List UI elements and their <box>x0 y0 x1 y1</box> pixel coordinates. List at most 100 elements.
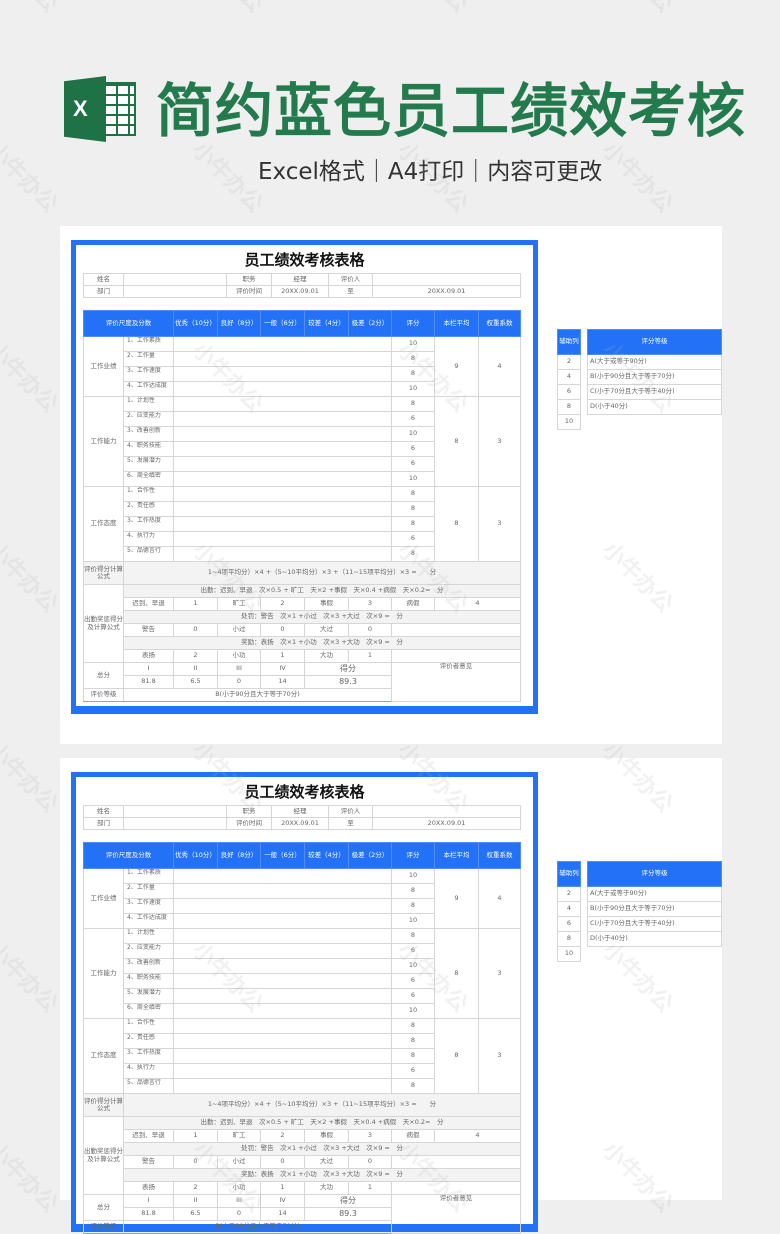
score-value[interactable]: 10 <box>391 471 435 487</box>
rating-cells[interactable] <box>173 1033 392 1049</box>
rating-cells[interactable] <box>173 396 392 412</box>
rating-cells[interactable] <box>173 366 392 382</box>
score-value[interactable]: 8 <box>391 486 435 502</box>
score-value[interactable]: 8 <box>391 1018 435 1034</box>
score-value[interactable]: 8 <box>391 883 435 899</box>
rating-cells[interactable] <box>173 1048 392 1064</box>
score-value[interactable]: 8 <box>391 516 435 532</box>
score-row: 工作业绩 1、工作素质 10 9 4 <box>83 868 521 929</box>
rating-cells[interactable] <box>173 1003 392 1019</box>
rating-cells[interactable] <box>173 973 392 989</box>
rating-cells[interactable] <box>173 958 392 974</box>
rating-cells[interactable] <box>173 868 392 884</box>
rating-cells[interactable] <box>173 1063 392 1079</box>
score-value[interactable]: 6 <box>391 441 435 457</box>
rating-cells[interactable] <box>173 988 392 1004</box>
rating-cells[interactable] <box>173 913 392 929</box>
name-value[interactable] <box>123 273 227 286</box>
score-value[interactable]: 10 <box>391 958 435 974</box>
score-value[interactable]: 6 <box>391 456 435 472</box>
attendance-count[interactable]: 3 <box>348 597 392 611</box>
rating-cells[interactable] <box>173 943 392 959</box>
score-value[interactable]: 6 <box>391 973 435 989</box>
position-value[interactable]: 经理 <box>271 273 329 286</box>
penalty-count[interactable]: 0 <box>348 623 392 637</box>
reward-count[interactable]: 1 <box>260 649 305 663</box>
score-value[interactable]: 6 <box>391 943 435 959</box>
rating-cells[interactable] <box>173 471 392 487</box>
attendance-values-row: 迟到、早退 1 旷工 2 事假 3 病假 4 <box>84 597 521 611</box>
score-value[interactable]: 8 <box>391 396 435 412</box>
aux-value: 2 <box>557 886 581 902</box>
dept-value[interactable] <box>123 285 227 298</box>
evaluator-comment[interactable]: 评价者意见 <box>391 1194 521 1234</box>
reward-count[interactable]: 2 <box>173 1181 218 1195</box>
rating-cells[interactable] <box>173 381 392 397</box>
rating-cells[interactable] <box>173 411 392 427</box>
rating-cells[interactable] <box>173 441 392 457</box>
score-value[interactable]: 8 <box>391 1033 435 1049</box>
attendance-type: 事假 <box>304 1129 349 1143</box>
period-end[interactable]: 20XX.09.01 <box>372 817 521 830</box>
score-value[interactable]: 10 <box>391 868 435 884</box>
rating-cells[interactable] <box>173 883 392 899</box>
attendance-count[interactable]: 2 <box>260 1129 305 1143</box>
score-value[interactable]: 8 <box>391 366 435 382</box>
penalty-count[interactable]: 0 <box>173 1155 218 1169</box>
evaluator-value[interactable] <box>372 805 521 818</box>
rating-cells[interactable] <box>173 351 392 367</box>
rating-cells[interactable] <box>173 426 392 442</box>
rating-cells[interactable] <box>173 336 392 352</box>
penalty-count[interactable]: 0 <box>173 623 218 637</box>
attendance-count[interactable]: 4 <box>434 1129 521 1143</box>
rating-cells[interactable] <box>173 1078 392 1094</box>
score-value[interactable]: 8 <box>391 1048 435 1064</box>
score-value[interactable]: 8 <box>391 501 435 517</box>
rating-cells[interactable] <box>173 456 392 472</box>
score-value[interactable]: 10 <box>391 1003 435 1019</box>
rating-cells[interactable] <box>173 898 392 914</box>
penalty-count[interactable]: 0 <box>348 1155 392 1169</box>
period-start[interactable]: 20XX.09.01 <box>271 817 329 830</box>
penalty-count[interactable]: 0 <box>260 623 305 637</box>
rating-cells[interactable] <box>173 531 392 547</box>
score-value[interactable]: 8 <box>391 546 435 562</box>
rating-cells[interactable] <box>173 546 392 562</box>
score-value[interactable]: 8 <box>391 1078 435 1094</box>
reward-count[interactable]: 1 <box>348 1181 392 1195</box>
grade-level-row: D(小于40分) <box>587 399 722 415</box>
period-start[interactable]: 20XX.09.01 <box>271 285 329 298</box>
attendance-count[interactable]: 1 <box>173 1129 218 1143</box>
attendance-count[interactable]: 4 <box>434 597 521 611</box>
evaluator-comment[interactable]: 评价者意见 <box>391 662 521 702</box>
rating-cells[interactable] <box>173 486 392 502</box>
score-value[interactable]: 6 <box>391 411 435 427</box>
score-value[interactable]: 6 <box>391 531 435 547</box>
score-value[interactable]: 8 <box>391 351 435 367</box>
score-value[interactable]: 10 <box>391 381 435 397</box>
position-value[interactable]: 经理 <box>271 805 329 818</box>
rating-cells[interactable] <box>173 516 392 532</box>
reward-count[interactable]: 1 <box>260 1181 305 1195</box>
attendance-count[interactable]: 1 <box>173 597 218 611</box>
rating-cells[interactable] <box>173 501 392 517</box>
score-value[interactable]: 10 <box>391 426 435 442</box>
score-value[interactable]: 6 <box>391 1063 435 1079</box>
rating-cells[interactable] <box>173 1018 392 1034</box>
score-value[interactable]: 6 <box>391 988 435 1004</box>
period-end[interactable]: 20XX.09.01 <box>372 285 521 298</box>
dept-value[interactable] <box>123 817 227 830</box>
category-weight: 4 <box>478 868 521 929</box>
name-value[interactable] <box>123 805 227 818</box>
attendance-count[interactable]: 2 <box>260 597 305 611</box>
score-value[interactable]: 10 <box>391 336 435 352</box>
reward-count[interactable]: 1 <box>348 649 392 663</box>
rating-cells[interactable] <box>173 928 392 944</box>
attendance-count[interactable]: 3 <box>348 1129 392 1143</box>
reward-count[interactable]: 2 <box>173 649 218 663</box>
score-value[interactable]: 8 <box>391 898 435 914</box>
score-value[interactable]: 8 <box>391 928 435 944</box>
score-value[interactable]: 10 <box>391 913 435 929</box>
evaluator-value[interactable] <box>372 273 521 286</box>
penalty-count[interactable]: 0 <box>260 1155 305 1169</box>
